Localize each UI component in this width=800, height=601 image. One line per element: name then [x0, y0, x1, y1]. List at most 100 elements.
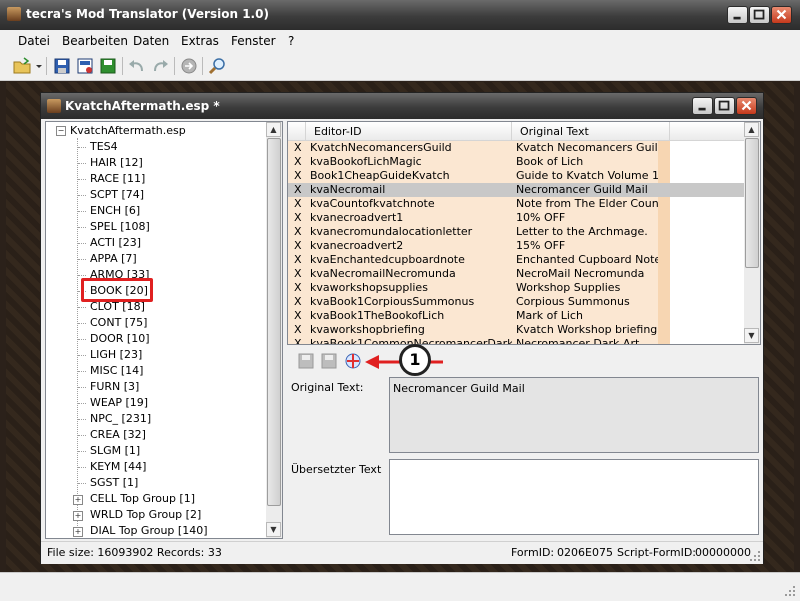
tree-item[interactable]: CREA [32] [90, 428, 146, 441]
table-row[interactable]: XkvaBook1TheBookofLich Mark of Lich [288, 309, 758, 323]
menu-help[interactable]: ? [288, 34, 294, 48]
table-row[interactable]: X Book1CheapGuideKvatch Guide to Kvatch Vo… [288, 169, 758, 183]
save-as-icon[interactable] [75, 56, 95, 76]
doc-maximize-button[interactable] [714, 97, 735, 115]
tree-item[interactable]: ENCH [6] [90, 204, 140, 217]
search-icon[interactable] [207, 56, 227, 76]
row-editor-id: kvaBookofLichMagic [306, 155, 512, 169]
tree-item[interactable]: ACTI [23] [90, 236, 141, 249]
row-editor-id: kvaNecromail [306, 183, 512, 197]
tree-item[interactable]: RACE [11] [90, 172, 145, 185]
tree-group[interactable]: DIAL Top Group [140] [90, 524, 208, 537]
forward-circle-icon[interactable] [179, 56, 199, 76]
tree-item[interactable]: CONT [75] [90, 316, 147, 329]
row-original-text: 15% OFF [512, 239, 658, 253]
save-icon[interactable] [52, 56, 72, 76]
collapse-icon[interactable]: − [56, 126, 66, 136]
tree-group[interactable]: WRLD Top Group [2] [90, 508, 201, 521]
row-extra-cell [658, 197, 670, 211]
expand-icon[interactable]: + [73, 511, 83, 521]
row-mark: X [288, 239, 306, 253]
row-editor-id: kvanecroadvert1 [306, 211, 512, 225]
tree-item[interactable]: SLGM [1] [90, 444, 140, 457]
document-status-bar: File size: 16093902 Records: 33 FormID: … [41, 541, 763, 564]
scroll-down-icon[interactable]: ▼ [266, 522, 281, 537]
row-extra-cell [658, 225, 670, 239]
tree-item[interactable]: NPC_ [231] [90, 412, 151, 425]
open-folder-icon[interactable] [12, 56, 42, 76]
table-row[interactable]: XkvaBook1CorpiousSummonus Corpious Summon… [288, 295, 758, 309]
translate-globe-icon[interactable] [344, 352, 362, 370]
column-header-original-text[interactable]: Original Text [512, 122, 670, 141]
tree-item[interactable]: KEYM [44] [90, 460, 146, 473]
expand-icon[interactable]: + [73, 495, 83, 505]
record-grid[interactable]: Editor-ID Original Text X KvatchNecomance… [287, 121, 761, 345]
table-row[interactable]: XkvaNecromailNecromunda NecroMail Necromu… [288, 267, 758, 281]
grid-scroll-thumb[interactable] [745, 138, 759, 268]
expand-icon[interactable]: + [73, 527, 83, 537]
menu-datei[interactable]: Datei [18, 34, 50, 48]
table-row[interactable]: Xkvaworkshopsupplies Workshop Supplies [288, 281, 758, 295]
menu-fenster[interactable]: Fenster [231, 34, 276, 48]
table-row[interactable]: Xkvanecroadvert2 15% OFF [288, 239, 758, 253]
grid-scrollbar[interactable]: ▲ ▼ [744, 122, 760, 344]
mark-column-header[interactable] [288, 122, 306, 141]
maximize-button[interactable] [749, 6, 770, 24]
tree-group[interactable]: CELL Top Group [1] [90, 492, 195, 505]
row-editor-id: Book1CheapGuideKvatch [306, 169, 512, 183]
table-row[interactable]: Xkvanecroadvert1 10% OFF [288, 211, 758, 225]
doc-minimize-button[interactable] [692, 97, 713, 115]
row-editor-id: kvaworkshopbriefing [306, 323, 512, 337]
row-mark: X [288, 141, 306, 155]
table-row[interactable]: XkvaNecromail Necromancer Guild Mail [288, 183, 758, 197]
tree-root[interactable]: KvatchAftermath.esp [70, 124, 186, 137]
tree-item[interactable]: LIGH [23] [90, 348, 142, 361]
table-row[interactable]: Xkvaworkshopbriefing Kvatch Workshop brie… [288, 323, 758, 337]
tree-item[interactable]: WEAP [19] [90, 396, 148, 409]
table-row[interactable]: XkvaBookofLichMagic Book of Lich [288, 155, 758, 169]
tree-item[interactable]: SGST [1] [90, 476, 138, 489]
menu-daten[interactable]: Daten [133, 34, 169, 48]
row-extra-cell [658, 309, 670, 323]
tree-item[interactable]: SPEL [108] [90, 220, 150, 233]
row-original-text: Workshop Supplies [512, 281, 658, 295]
column-header-editor-id[interactable]: Editor-ID [306, 122, 512, 141]
tree-scroll-thumb[interactable] [267, 138, 281, 506]
tree-item[interactable]: HAIR [12] [90, 156, 143, 169]
save-translation-icon[interactable] [297, 352, 315, 370]
tree-item[interactable]: TES4 [90, 140, 118, 153]
table-row[interactable]: XkvaBook1CommonNecromancerDarkArt Necroma… [288, 337, 758, 344]
record-tree[interactable]: − KvatchAftermath.esp TES4 HAIR [12] RACE … [45, 121, 283, 539]
tree-item[interactable]: MISC [14] [90, 364, 143, 377]
main-resize-grip-icon[interactable] [784, 585, 796, 597]
close-button[interactable] [771, 6, 792, 24]
table-row[interactable]: XkvaEnchantedcupboardnote Enchanted Cupbo… [288, 253, 758, 267]
original-text-box[interactable]: Necromancer Guild Mail [389, 377, 759, 453]
menu-bearbeiten[interactable]: Bearbeiten [62, 34, 128, 48]
row-editor-id: kvaBook1CommonNecromancerDarkArt [306, 337, 512, 344]
table-row[interactable]: Xkvanecromundalocationletter Letter to th… [288, 225, 758, 239]
row-extra-cell [658, 169, 670, 183]
tree-scrollbar[interactable]: ▲ ▼ [266, 122, 282, 538]
tree-item[interactable]: APPA [7] [90, 252, 137, 265]
save-all-icon[interactable] [98, 56, 118, 76]
column-header-blank[interactable] [670, 122, 746, 141]
table-row[interactable]: X KvatchNecomancersGuild Kvatch Necomancer… [288, 141, 758, 155]
doc-close-button[interactable] [736, 97, 757, 115]
undo-icon[interactable] [127, 56, 147, 76]
save-copy-icon[interactable] [320, 352, 338, 370]
row-editor-id: kvaworkshopsupplies [306, 281, 512, 295]
tree-item[interactable]: SCPT [74] [90, 188, 144, 201]
grid-scroll-up-icon[interactable]: ▲ [744, 122, 759, 137]
grid-scroll-down-icon[interactable]: ▼ [744, 328, 759, 343]
tree-item[interactable]: DOOR [10] [90, 332, 150, 345]
translated-text-box[interactable] [389, 459, 759, 535]
table-row[interactable]: XkvaCountofkvatchnote Note from The Elder… [288, 197, 758, 211]
resize-grip-icon[interactable] [749, 550, 761, 562]
row-editor-id: KvatchNecomancersGuild [306, 141, 512, 155]
tree-item[interactable]: FURN [3] [90, 380, 139, 393]
minimize-button[interactable] [727, 6, 748, 24]
redo-icon[interactable] [150, 56, 170, 76]
menu-extras[interactable]: Extras [181, 34, 219, 48]
scroll-up-icon[interactable]: ▲ [266, 122, 281, 137]
